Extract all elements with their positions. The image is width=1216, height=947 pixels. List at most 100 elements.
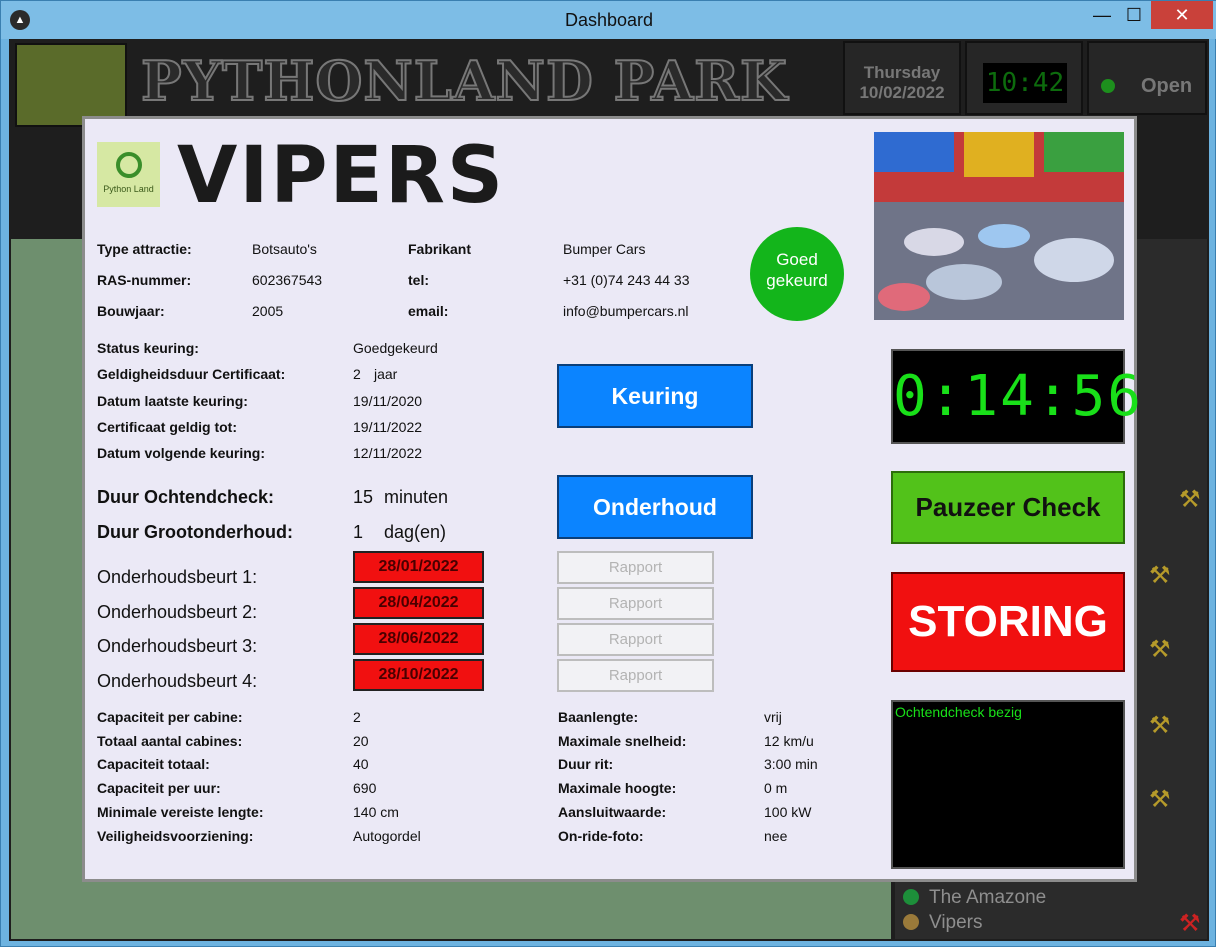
- bouwjaar-label: Bouwjaar:: [97, 303, 165, 319]
- type-label: Type attractie:: [97, 241, 192, 257]
- wrench-icon[interactable]: ⚒: [1149, 711, 1171, 740]
- spec-value: 100 kW: [764, 804, 812, 820]
- park-status-text: Open: [1141, 75, 1193, 97]
- wrench-icon[interactable]: ⚒: [1149, 785, 1171, 814]
- date-label: 10/02/2022: [859, 83, 945, 102]
- rapport-button[interactable]: Rapport: [557, 587, 714, 620]
- spec-value: 0 m: [764, 780, 788, 796]
- list-item[interactable]: Vipers: [903, 912, 1203, 936]
- bouwjaar-value: 2005: [252, 303, 284, 319]
- onderhoud-button[interactable]: Onderhoud: [557, 475, 753, 539]
- status-dot-icon: [903, 914, 919, 930]
- ochtendcheck-label: Duur Ochtendcheck:: [97, 487, 275, 507]
- day-label: Thursday: [863, 63, 941, 82]
- rapport-button[interactable]: Rapport: [557, 623, 714, 656]
- close-button[interactable]: ✕: [1151, 1, 1213, 29]
- geldig-tot-label: Certificaat geldig tot:: [97, 419, 238, 435]
- spec-value: 40: [353, 756, 369, 772]
- spec-value: nee: [764, 828, 788, 844]
- onderhoudsbeurt-label: Onderhoudsbeurt 2:: [97, 602, 258, 622]
- spec-label: Totaal aantal cabines:: [97, 733, 243, 749]
- spec-value: 3:00 min: [764, 756, 818, 772]
- spec-value: 20: [353, 733, 369, 749]
- clock-card: 10:42: [965, 41, 1083, 115]
- rapport-button[interactable]: Rapport: [557, 659, 714, 692]
- type-value: Botsauto's: [252, 241, 317, 257]
- check-timer: 0:14:56: [891, 349, 1141, 444]
- grootonderhoud-unit: dag(en): [384, 522, 447, 542]
- onderhoud-date: 28/04/2022: [353, 587, 484, 619]
- pauzeer-check-button[interactable]: Pauzeer Check: [891, 471, 1125, 544]
- grootonderhoud-value: 1: [353, 522, 364, 542]
- volgende-keuring-label: Datum volgende keuring:: [97, 445, 266, 461]
- spec-label: On-ride-foto:: [558, 828, 644, 844]
- logo-text: Python Land: [103, 184, 154, 194]
- spec-value: 2: [353, 709, 361, 725]
- inspection-status-badge: Goed gekeurd: [750, 227, 844, 321]
- spec-label: Baanlengte:: [558, 709, 639, 725]
- spec-label: Duur rit:: [558, 756, 614, 772]
- list-item[interactable]: The Amazone: [903, 887, 1203, 911]
- attraction-name: Vipers: [929, 912, 983, 933]
- onderhoud-date: 28/01/2022: [353, 551, 484, 583]
- spec-label: Capaciteit per cabine:: [97, 709, 243, 725]
- onderhoudsbeurt-label: Onderhoudsbeurt 1:: [97, 567, 258, 587]
- spec-value: 140 cm: [353, 804, 399, 820]
- spec-label: Minimale vereiste lengte:: [97, 804, 264, 820]
- laatste-keuring-label: Datum laatste keuring:: [97, 393, 248, 409]
- onderhoudsbeurt-label: Onderhoudsbeurt 4:: [97, 671, 258, 691]
- tel-value: +31 (0)74 243 44 33: [563, 272, 690, 288]
- attraction-detail-modal: Python Land VIPERS Type attractie: Botsa…: [82, 116, 1141, 882]
- wrench-icon[interactable]: ⚒: [1179, 909, 1201, 938]
- onderhoud-date: 28/10/2022: [353, 659, 484, 691]
- status-dot-icon: [903, 889, 919, 905]
- log-text: Ochtendcheck bezig: [895, 704, 1022, 720]
- app-window: ▲ Dashboard — ☐ ✕ PYTHONLAND PARK ATTRAC…: [0, 0, 1216, 947]
- status-keuring-value: Goedgekeurd: [353, 340, 438, 356]
- spec-label: Veiligheidsvoorziening:: [97, 828, 254, 844]
- spec-label: Maximale snelheid:: [558, 733, 687, 749]
- status-dot-icon: [1101, 79, 1115, 93]
- storing-button[interactable]: STORING: [891, 572, 1125, 672]
- keuring-button[interactable]: Keuring: [557, 364, 753, 428]
- spec-value: vrij: [764, 709, 782, 725]
- wrench-icon[interactable]: ⚒: [1149, 561, 1171, 590]
- volgende-keuring-value: 12/11/2022: [353, 445, 423, 461]
- geldigheid-label: Geldigheidsduur Certificaat:: [97, 366, 286, 382]
- onderhoud-date: 28/06/2022: [353, 623, 484, 655]
- park-status-card: Open: [1087, 41, 1207, 115]
- geldig-tot-value: 19/11/2022: [353, 419, 423, 435]
- ras-value: 602367543: [252, 272, 323, 288]
- spec-label: Aansluitwaarde:: [558, 804, 667, 820]
- email-label: email:: [408, 303, 449, 319]
- bumper-cars-image: [874, 132, 1124, 320]
- spec-label: Capaciteit per uur:: [97, 780, 221, 796]
- spec-label: Capaciteit totaal:: [97, 756, 210, 772]
- spec-label: Maximale hoogte:: [558, 780, 677, 796]
- tel-label: tel:: [408, 272, 429, 288]
- wrench-icon[interactable]: ⚒: [1149, 635, 1171, 664]
- status-log: Ochtendcheck bezig: [891, 700, 1125, 869]
- grootonderhoud-label: Duur Grootonderhoud:: [97, 522, 293, 542]
- ochtendcheck-value: 15: [353, 487, 374, 507]
- email-value: info@bumpercars.nl: [563, 303, 689, 319]
- snake-icon: [116, 152, 142, 178]
- rapport-button[interactable]: Rapport: [557, 551, 714, 584]
- spec-value: 690: [353, 780, 377, 796]
- spec-value: Autogordel: [353, 828, 421, 844]
- status-keuring-label: Status keuring:: [97, 340, 199, 356]
- geldigheid-value: 2: [353, 366, 361, 382]
- wrench-icon[interactable]: ⚒: [1179, 485, 1201, 514]
- fabrikant-value: Bumper Cars: [563, 241, 646, 257]
- python-land-logo: Python Land: [97, 142, 160, 207]
- ochtendcheck-unit: minuten: [384, 487, 449, 507]
- digital-clock: 10:42: [983, 63, 1067, 103]
- attraction-name: The Amazone: [929, 887, 1047, 908]
- attraction-title: VIPERS: [177, 131, 506, 221]
- title-bar[interactable]: ▲ Dashboard — ☐ ✕: [1, 1, 1216, 39]
- laatste-keuring-value: 19/11/2020: [353, 393, 423, 409]
- fabrikant-label: Fabrikant: [408, 241, 472, 257]
- date-card: Thursday 10/02/2022: [843, 41, 961, 115]
- spec-value: 12 km/u: [764, 733, 814, 749]
- window-title: Dashboard: [564, 10, 654, 30]
